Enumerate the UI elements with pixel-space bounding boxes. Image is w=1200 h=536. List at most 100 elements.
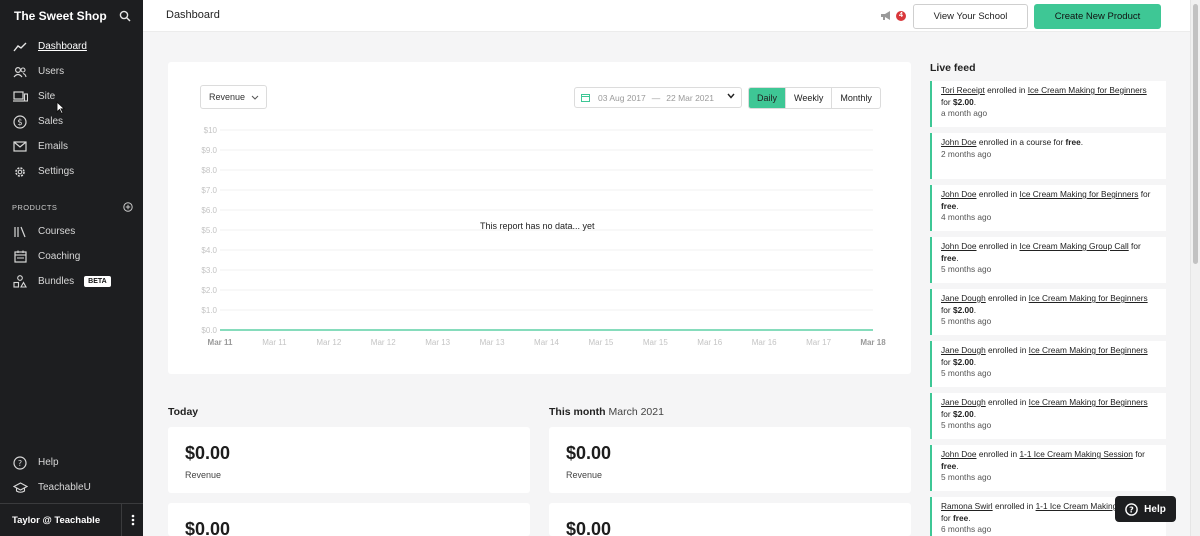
announcements-button[interactable]: 4 (880, 10, 906, 21)
granularity-monthly[interactable]: Monthly (832, 88, 880, 108)
sidebar-header: The Sweet Shop (0, 0, 143, 32)
sidebar-item-label: Bundles (38, 276, 75, 287)
trend-line-icon (12, 39, 28, 55)
sidebar-item-dashboard[interactable]: Dashboard (0, 34, 143, 59)
feed-for: for (941, 512, 953, 523)
month-second-value: $0.00 (566, 519, 612, 536)
feed-product-link[interactable]: Ice Cream Making Group Call (1019, 241, 1128, 251)
y-tick-label: $5.0 (201, 226, 217, 235)
metric-select-value: Revenue (209, 92, 246, 102)
gear-icon (12, 164, 28, 180)
sidebar-item-users[interactable]: Users (0, 59, 143, 84)
feed-time: 5 months ago (941, 472, 992, 482)
feed-verb: enrolled in (976, 189, 1020, 199)
sidebar-item-label: Settings (38, 166, 75, 177)
granularity-weekly[interactable]: Weekly (786, 88, 833, 108)
kebab-menu-icon[interactable] (121, 503, 143, 536)
feed-verb: enrolled in (985, 345, 1029, 355)
feed-price: $2.00 (953, 408, 974, 419)
chevron-down-icon (251, 95, 259, 100)
school-name[interactable]: The Sweet Shop (14, 9, 107, 23)
feed-user-link[interactable]: Tori Receipt (941, 85, 985, 95)
main-nav: Dashboard Users Site $ Sales Emails Sett… (0, 34, 143, 184)
feed-for: for (1128, 241, 1141, 251)
add-product-icon[interactable] (123, 202, 133, 212)
search-icon[interactable] (119, 10, 131, 22)
feed-user-link[interactable]: Ramona Swirl (941, 501, 993, 511)
help-button-label: Help (1144, 503, 1166, 515)
feed-user-link[interactable]: John Doe (941, 137, 977, 147)
sidebar-item-label: Site (38, 91, 56, 102)
sidebar-item-sales[interactable]: $ Sales (0, 109, 143, 134)
view-school-button[interactable]: View Your School (913, 4, 1028, 29)
calendar-icon (12, 249, 28, 265)
megaphone-icon (881, 11, 890, 20)
feed-user-link[interactable]: Jane Dough (941, 293, 986, 303)
granularity-daily[interactable]: Daily (749, 88, 787, 108)
date-range-picker[interactable]: 03 Aug 2017 — 22 Mar 2021 (574, 87, 742, 108)
date-separator: — (651, 92, 661, 103)
sidebar-item-label: Dashboard (38, 41, 87, 52)
feed-product-link[interactable]: 1-1 Ice Cream Making Session (1019, 449, 1132, 459)
sidebar-item-coaching[interactable]: Coaching (0, 244, 143, 269)
feed-product-link[interactable]: Ice Cream Making for Beginners (1029, 345, 1148, 355)
today-second-card: $0.00 (168, 503, 530, 536)
feed-item: John Doe enrolled in Ice Cream Making fo… (930, 185, 1166, 231)
this-month-value: March 2021 (608, 406, 664, 418)
empty-chart-message: This report has no data... yet (480, 221, 595, 231)
feed-verb: enrolled in a course for (976, 137, 1066, 147)
feed-user-link[interactable]: Jane Dough (941, 345, 986, 355)
feed-user-link[interactable]: Jane Dough (941, 397, 986, 407)
x-tick-label: Mar 15 (588, 338, 613, 347)
help-button[interactable]: ? Help (1115, 496, 1176, 522)
scrollbar-thumb[interactable] (1193, 4, 1198, 264)
sidebar-item-label: Courses (38, 226, 76, 237)
feed-user-link[interactable]: John Doe (941, 449, 977, 459)
sidebar-item-emails[interactable]: Emails (0, 134, 143, 159)
feed-verb: enrolled in (985, 293, 1029, 303)
revenue-chart-card: $10 $9.0 $8.0 $7.0 $6.0 $5.0 $4.0 $3.0 $2.0 $1.0 $… (168, 62, 911, 374)
svg-text:$: $ (17, 118, 22, 128)
feed-user-link[interactable]: John Doe (941, 189, 977, 199)
sidebar-item-teachableu[interactable]: TeachableU (0, 475, 143, 500)
page-scrollbar[interactable] (1190, 0, 1200, 536)
today-second-value: $0.00 (185, 519, 231, 536)
feed-period: . (956, 460, 959, 471)
feed-price: free (941, 200, 957, 211)
date-end: 22 Mar 2021 (666, 92, 714, 103)
feed-user-link[interactable]: John Doe (941, 241, 977, 251)
feed-product-link[interactable]: Ice Cream Making for Beginners (1029, 293, 1148, 303)
sidebar-item-label: Emails (38, 141, 69, 152)
x-tick-label: Mar 14 (534, 338, 559, 347)
this-month-heading: This month March 2021 (549, 406, 664, 418)
x-tick-label: Mar 16 (752, 338, 777, 347)
sidebar-item-site[interactable]: Site (0, 84, 143, 109)
create-product-button[interactable]: Create New Product (1034, 4, 1161, 29)
library-icon (12, 224, 28, 240)
feed-verb: enrolled in (984, 85, 1028, 95)
user-name: Taylor @ Teachable (12, 514, 101, 526)
granularity-toggle: Daily Weekly Monthly (748, 87, 881, 109)
feed-time: 2 months ago (941, 148, 992, 159)
feed-product-link[interactable]: Ice Cream Making for Beginners (1029, 397, 1148, 407)
feed-period: . (1080, 137, 1084, 147)
feed-period: . (956, 200, 959, 211)
svg-text:?: ? (18, 459, 22, 468)
x-tick-label: Mar 15 (643, 338, 668, 347)
metric-select[interactable]: Revenue (200, 85, 267, 109)
live-feed-title: Live feed (930, 62, 976, 74)
today-revenue-label: Revenue (185, 470, 222, 480)
feed-product-link[interactable]: Ice Cream Making for Beginners (1019, 189, 1138, 199)
feed-for: for (941, 356, 953, 367)
x-tick-label: Mar 11 (262, 338, 287, 347)
sidebar-item-courses[interactable]: Courses (0, 219, 143, 244)
chevron-down-icon (727, 93, 735, 99)
sidebar-item-help[interactable]: ? Help (0, 450, 143, 475)
feed-product-link[interactable]: Ice Cream Making for Beginners (1028, 85, 1147, 95)
sidebar-item-settings[interactable]: Settings (0, 159, 143, 184)
sidebar-item-label: Coaching (38, 251, 81, 262)
x-tick-label: Mar 13 (480, 338, 505, 347)
sidebar-item-bundles[interactable]: Bundles BETA (0, 269, 143, 294)
feed-price: $2.00 (953, 304, 974, 315)
user-menu[interactable]: Taylor @ Teachable (0, 503, 143, 536)
